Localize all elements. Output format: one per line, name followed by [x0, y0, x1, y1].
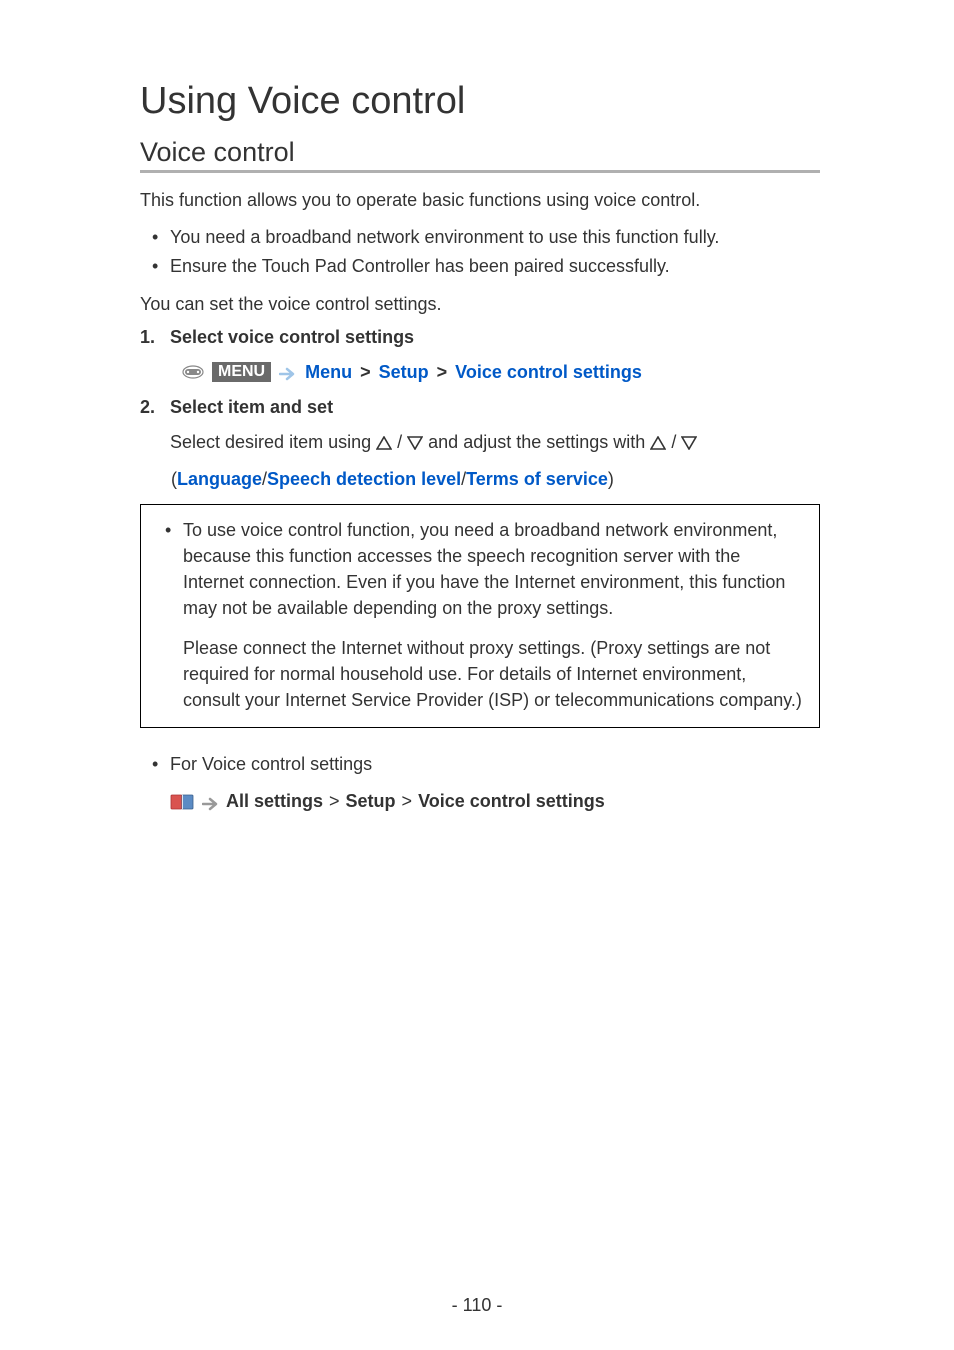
ref-sep: > [329, 791, 340, 812]
triangle-down-icon [681, 434, 697, 455]
intro-bullets: You need a broadband network environment… [140, 223, 820, 281]
list-item: For Voice control settings [152, 750, 820, 779]
arrow-right-icon [279, 365, 297, 379]
option-speech-detection[interactable]: Speech detection level [267, 469, 461, 489]
path-voice-control-settings[interactable]: Voice control settings [455, 362, 642, 383]
ref-setup[interactable]: Setup [346, 791, 396, 812]
path-separator: > [437, 362, 448, 383]
path-separator: > [360, 362, 371, 383]
footer-bullets: For Voice control settings [140, 750, 820, 779]
book-icon [170, 793, 196, 811]
triangle-down-icon [407, 434, 423, 455]
slash: / [397, 432, 407, 452]
menu-badge: MENU [212, 362, 271, 382]
menu-path: MENU Menu > Setup > Voice control settin… [170, 362, 820, 383]
intro-text-2: You can set the voice control settings. [140, 291, 820, 317]
ref-voice-control-settings[interactable]: Voice control settings [418, 791, 605, 812]
list-item: Ensure the Touch Pad Controller has been… [152, 252, 820, 281]
path-setup[interactable]: Setup [379, 362, 429, 383]
paren-close: ) [608, 469, 614, 489]
note-box: To use voice control function, you need … [140, 504, 820, 729]
text: and adjust the settings with [428, 432, 650, 452]
step-title: Select voice control settings [170, 327, 820, 348]
triangle-up-icon [650, 434, 666, 455]
section-heading: Voice control [140, 137, 820, 173]
option-terms[interactable]: Terms of service [466, 469, 608, 489]
step-title: Select item and set [170, 397, 820, 418]
step-2: Select item and set Select desired item … [140, 397, 820, 490]
options-line: (Language/Speech detection level/Terms o… [170, 469, 820, 490]
slash: / [671, 432, 681, 452]
note-paragraph: Please connect the Internet without prox… [155, 635, 805, 713]
steps-list: Select voice control settings MENU Menu … [140, 327, 820, 490]
option-language[interactable]: Language [177, 469, 262, 489]
page-title: Using Voice control [140, 80, 820, 123]
ref-sep: > [402, 791, 413, 812]
path-menu[interactable]: Menu [305, 362, 352, 383]
arrow-right-icon [202, 795, 220, 809]
triangle-up-icon [376, 434, 392, 455]
note-bullet: To use voice control function, you need … [155, 517, 805, 621]
step-1: Select voice control settings MENU Menu … [140, 327, 820, 383]
ref-all-settings[interactable]: All settings [226, 791, 323, 812]
page-number: - 110 - [0, 1295, 954, 1316]
intro-text: This function allows you to operate basi… [140, 187, 820, 213]
list-item: You need a broadband network environment… [152, 223, 820, 252]
remote-icon [182, 364, 204, 380]
reference-path: All settings > Setup > Voice control set… [140, 791, 820, 812]
step-body: Select desired item using / and adjust t… [170, 432, 820, 455]
text: Select desired item using [170, 432, 376, 452]
